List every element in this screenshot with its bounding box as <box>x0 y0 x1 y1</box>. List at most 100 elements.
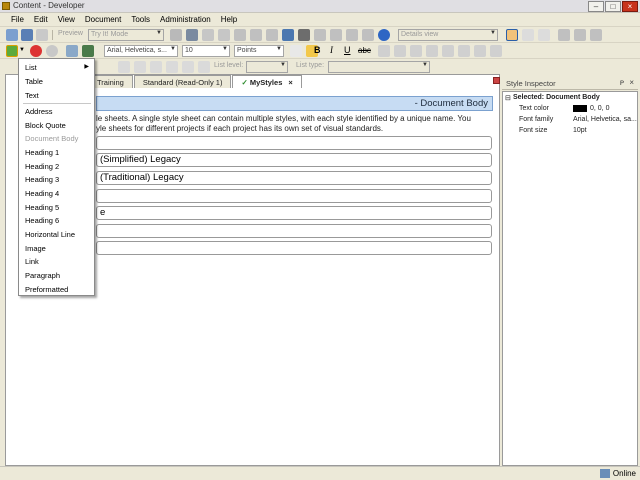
panel-header: Style Inspector ᴘ × <box>502 77 638 90</box>
bold-button[interactable]: B <box>314 45 321 57</box>
list-icon-6[interactable] <box>198 61 210 73</box>
close-tab-icon[interactable]: × <box>288 78 292 87</box>
view-select[interactable]: Details view ▼ <box>398 29 498 41</box>
list-icon-2[interactable] <box>134 61 146 73</box>
list-icon-3[interactable] <box>150 61 162 73</box>
preview-button[interactable]: Preview <box>58 30 83 42</box>
justify-icon[interactable] <box>426 45 438 57</box>
undo-icon[interactable] <box>282 29 294 41</box>
toolbar-icon-1[interactable] <box>170 29 182 41</box>
delete-icon[interactable] <box>234 29 246 41</box>
layout-icon-1[interactable] <box>506 29 518 41</box>
menu-item-heading-5[interactable]: Heading 5 <box>19 201 94 214</box>
underline-button[interactable]: U <box>344 45 351 57</box>
menu-item-block-quote[interactable]: Block Quote <box>19 119 94 132</box>
menu-item-heading-4[interactable]: Heading 4 <box>19 187 94 200</box>
menu-file[interactable]: File <box>6 13 29 26</box>
print-icon[interactable] <box>36 29 48 41</box>
menu-item-list[interactable]: List ▶ <box>19 61 94 74</box>
close-panel-icon[interactable]: × <box>629 78 634 87</box>
close-button[interactable]: × <box>622 1 638 12</box>
align-center-icon[interactable] <box>394 45 406 57</box>
menu-item-image[interactable]: Image <box>19 242 94 255</box>
font-family-select[interactable]: Arial, Helvetica, s... ▼ <box>104 45 178 57</box>
indent-icon[interactable] <box>442 45 454 57</box>
style-row[interactable] <box>96 224 492 238</box>
minimize-button[interactable]: – <box>588 1 604 12</box>
mode-select[interactable]: Try It! Mode ▼ <box>88 29 164 41</box>
pin-icon[interactable]: ᴘ <box>620 78 624 87</box>
link-icon[interactable] <box>250 29 262 41</box>
list-icon-1[interactable] <box>118 61 130 73</box>
remove-icon[interactable] <box>30 45 42 57</box>
document-body-header[interactable]: - Document Body <box>96 96 493 111</box>
style-row[interactable]: (Simplified) Legacy <box>96 153 492 167</box>
cut-icon[interactable] <box>186 29 198 41</box>
cascade-icon[interactable] <box>590 29 602 41</box>
style-row[interactable] <box>96 241 492 255</box>
panel-toggle-icon[interactable] <box>493 77 500 84</box>
align-right-icon[interactable] <box>410 45 422 57</box>
submenu-arrow-icon: ▶ <box>84 64 89 70</box>
style-row[interactable]: e <box>96 206 492 220</box>
list-icon-5[interactable] <box>182 61 194 73</box>
properties-icon[interactable] <box>66 45 78 57</box>
copy-icon[interactable] <box>202 29 214 41</box>
layout-icon-2[interactable] <box>522 29 534 41</box>
layout-icon-3[interactable] <box>538 29 550 41</box>
maximize-button[interactable]: □ <box>605 1 621 12</box>
window-icon[interactable] <box>558 29 570 41</box>
style-row[interactable] <box>96 136 492 150</box>
menu-tools[interactable]: Tools <box>126 13 155 26</box>
refresh-icon[interactable] <box>82 45 94 57</box>
menu-item-heading-2[interactable]: Heading 2 <box>19 160 94 173</box>
paste-icon[interactable] <box>218 29 230 41</box>
font-size-value: 10pt <box>573 127 587 134</box>
menu-item-link[interactable]: Link <box>19 255 94 268</box>
menu-item-horizontal-line[interactable]: Horizontal Line <box>19 228 94 241</box>
style-row[interactable]: (Traditional) Legacy <box>96 171 492 185</box>
menu-view[interactable]: View <box>53 13 80 26</box>
unit-select[interactable]: Points ▼ <box>234 45 284 57</box>
menu-edit[interactable]: Edit <box>29 13 53 26</box>
menu-item-heading-1[interactable]: Heading 1 <box>19 146 94 159</box>
border-icon[interactable] <box>458 45 470 57</box>
replace-icon[interactable] <box>330 29 342 41</box>
list-level-select[interactable]: ▼ <box>246 61 288 73</box>
table-icon[interactable] <box>474 45 486 57</box>
new-document-icon[interactable] <box>6 29 18 41</box>
search-icon[interactable] <box>266 29 278 41</box>
menu-item-preformatted[interactable]: Preformatted <box>19 283 94 296</box>
status-icon[interactable] <box>46 45 58 57</box>
grid-icon[interactable] <box>490 45 502 57</box>
menu-administration[interactable]: Administration <box>155 13 216 26</box>
menu-help[interactable]: Help <box>216 13 242 26</box>
menu-item-paragraph[interactable]: Paragraph <box>19 269 94 282</box>
tab-mystyles[interactable]: ✓ MyStyles × <box>232 75 302 88</box>
collapse-icon[interactable]: ⊟ <box>505 94 511 102</box>
app-icon <box>2 2 10 10</box>
align-left-icon[interactable] <box>378 45 390 57</box>
font-size-select[interactable]: 10 ▼ <box>182 45 230 57</box>
tile-icon[interactable] <box>574 29 586 41</box>
strikethrough-icon[interactable]: abc <box>358 46 371 58</box>
save-icon[interactable] <box>21 29 33 41</box>
list-icon-4[interactable] <box>166 61 178 73</box>
menu-document[interactable]: Document <box>80 13 126 26</box>
format-icon[interactable] <box>362 29 374 41</box>
menu-item-table[interactable]: Table <box>19 75 94 88</box>
menu-item-heading-6[interactable]: Heading 6 <box>19 214 94 227</box>
menu-item-heading-3[interactable]: Heading 3 <box>19 173 94 186</box>
menu-item-address[interactable]: Address <box>19 105 94 118</box>
italic-button[interactable]: I <box>330 45 333 57</box>
text-color-icon[interactable] <box>290 45 302 57</box>
insert-element-icon[interactable] <box>6 45 18 57</box>
style-row[interactable] <box>96 189 492 203</box>
list-type-select[interactable]: ▼ <box>328 61 430 73</box>
menu-item-text[interactable]: Text <box>19 89 94 102</box>
redo-icon[interactable] <box>298 29 310 41</box>
find-icon[interactable] <box>314 29 326 41</box>
tab-standard[interactable]: Standard (Read-Only 1) <box>133 75 232 88</box>
spell-icon[interactable] <box>346 29 358 41</box>
help-icon[interactable] <box>378 29 390 41</box>
